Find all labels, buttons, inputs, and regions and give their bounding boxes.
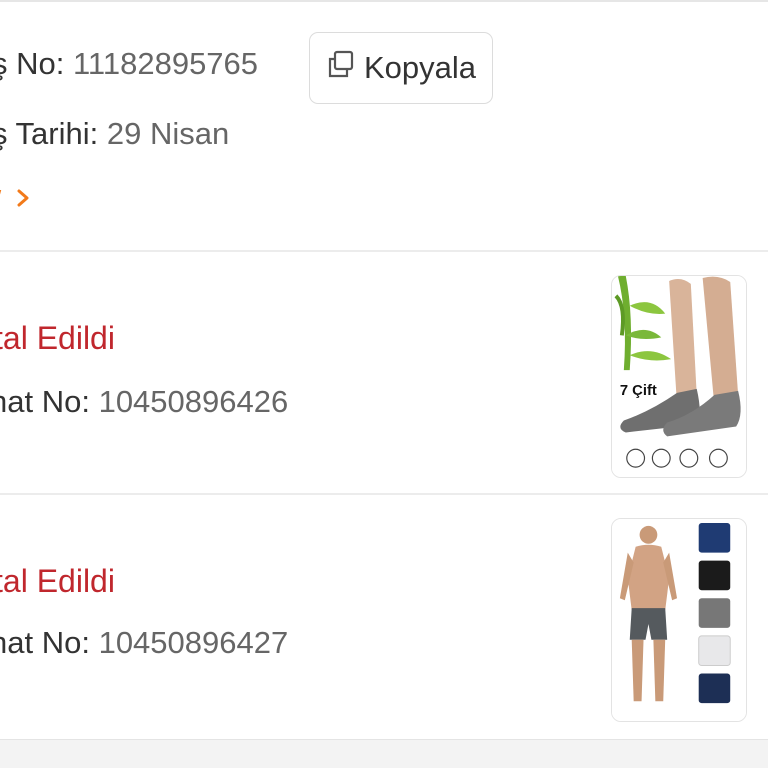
order-date-label: ş Tarihi: xyxy=(0,116,99,151)
return-number-value: 10450896427 xyxy=(98,625,289,660)
order-item[interactable]: tal Edildi hat No: 10450896426 7 Çift xyxy=(0,252,768,493)
order-detail-link[interactable]: / xyxy=(0,182,54,218)
order-number-value: 11182895765 xyxy=(72,46,259,81)
copy-button[interactable]: Kopyala xyxy=(309,32,493,104)
order-number-row: ş No: 11182895765 xyxy=(0,46,258,82)
copy-button-label: Kopyala xyxy=(363,50,477,85)
return-number-label: hat No: xyxy=(0,625,90,660)
boxer-product-image[interactable] xyxy=(611,518,747,722)
item-status: tal Edildi xyxy=(0,320,115,356)
bottom-background xyxy=(0,739,768,768)
order-summary: ş No: 11182895765 Kopyala ş Tarihi: 29 N… xyxy=(0,2,768,251)
order-number-label: ş No: xyxy=(0,46,65,81)
copy-icon xyxy=(326,49,356,87)
return-number-value: 10450896426 xyxy=(98,384,289,419)
order-date-value: 29 Nisan xyxy=(106,116,230,151)
order-item[interactable]: tal Edildi hat No: 10450896427 xyxy=(0,495,768,737)
order-date-row: ş Tarihi: 29 Nisan xyxy=(0,116,229,152)
return-number-row: hat No: 10450896426 xyxy=(0,384,288,420)
return-number-label: hat No: xyxy=(0,384,90,419)
detail-link-clipped-text: / xyxy=(0,185,1,216)
chevron-right-icon xyxy=(15,187,31,214)
item-status: tal Edildi xyxy=(0,563,115,599)
socks-product-image[interactable]: 7 Çift xyxy=(611,275,747,478)
return-number-row: hat No: 10450896427 xyxy=(0,625,288,661)
socks-image-caption: 7 Çift xyxy=(620,383,657,399)
